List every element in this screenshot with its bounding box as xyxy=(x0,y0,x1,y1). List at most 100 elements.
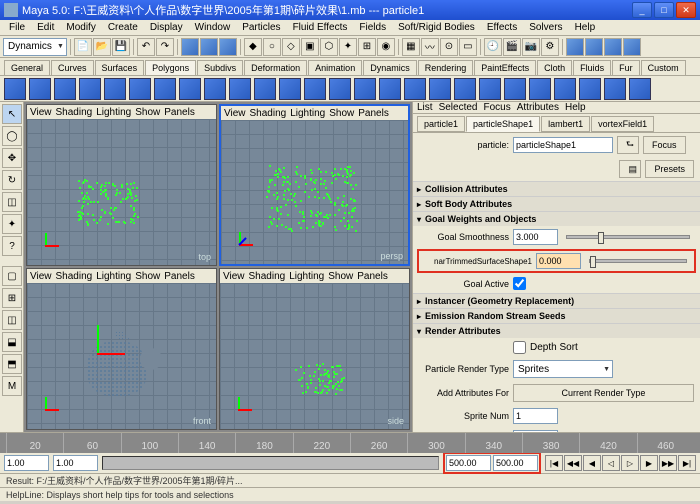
menu-fields[interactable]: Fields xyxy=(354,21,391,34)
shelf-icon[interactable] xyxy=(129,78,151,100)
shelf-icon[interactable] xyxy=(229,78,251,100)
close-button[interactable]: ✕ xyxy=(676,2,696,18)
script-icon[interactable]: M xyxy=(2,376,22,396)
menu-softrigid[interactable]: Soft/Rigid Bodies xyxy=(393,21,480,34)
attr-menu-list[interactable]: List xyxy=(417,102,433,113)
menu-help[interactable]: Help xyxy=(570,21,601,34)
attr-menu-help[interactable]: Help xyxy=(565,102,586,113)
shelf-icon[interactable] xyxy=(554,78,576,100)
shelf-icon[interactable] xyxy=(104,78,126,100)
shelf-icon[interactable] xyxy=(529,78,551,100)
mask-3-icon[interactable]: ◇ xyxy=(282,38,300,56)
lasso-tool-icon[interactable]: ◯ xyxy=(2,126,22,146)
last-tool-icon[interactable]: ? xyxy=(2,236,22,256)
new-scene-icon[interactable]: 📄 xyxy=(74,38,92,56)
range-end-input[interactable] xyxy=(446,455,491,471)
obj-tab-vortexfield1[interactable]: vortexField1 xyxy=(591,116,654,132)
shelf-tab-subdivs[interactable]: Subdivs xyxy=(197,60,243,75)
attr-menu-focus[interactable]: Focus xyxy=(483,102,510,113)
menu-edit[interactable]: Edit xyxy=(32,21,59,34)
menu-particles[interactable]: Particles xyxy=(237,21,285,34)
play-fwd-icon[interactable]: ▷ xyxy=(621,455,639,471)
shelf-icon[interactable] xyxy=(54,78,76,100)
maximize-button[interactable]: □ xyxy=(654,2,674,18)
four-view-icon[interactable]: ⊞ xyxy=(2,288,22,308)
section-render[interactable]: Render Attributes xyxy=(413,323,700,338)
menu-window[interactable]: Window xyxy=(190,21,236,34)
shelf-tab-fluids[interactable]: Fluids xyxy=(573,60,611,75)
shelf-icon[interactable] xyxy=(79,78,101,100)
layout-b-icon[interactable]: ⬓ xyxy=(2,332,22,352)
select-component-icon[interactable] xyxy=(219,38,237,56)
shelf-icon[interactable] xyxy=(404,78,426,100)
snap-plane-icon[interactable]: ▭ xyxy=(459,38,477,56)
mask-8-icon[interactable]: ◉ xyxy=(377,38,395,56)
attr-menu-selected[interactable]: Selected xyxy=(439,102,478,113)
goal-smoothness-input[interactable] xyxy=(513,229,558,245)
render-icon[interactable]: 🎬 xyxy=(503,38,521,56)
shelf-icon[interactable] xyxy=(279,78,301,100)
shelf-icon[interactable] xyxy=(429,78,451,100)
layout-4-icon[interactable] xyxy=(623,38,641,56)
anim-start-input[interactable] xyxy=(4,455,49,471)
viewport-front[interactable]: ViewShadingLightingShowPanels front xyxy=(26,268,217,430)
shelf-icon[interactable] xyxy=(379,78,401,100)
shelf-icon[interactable] xyxy=(4,78,26,100)
obj-tab-particle1[interactable]: particle1 xyxy=(417,116,465,132)
shelf-tab-cloth[interactable]: Cloth xyxy=(537,60,572,75)
presets-icon-button[interactable]: ▤ xyxy=(619,160,641,178)
attr-menu-attributes[interactable]: Attributes xyxy=(517,102,559,113)
save-scene-icon[interactable]: 💾 xyxy=(112,38,130,56)
shelf-tab-deformation[interactable]: Deformation xyxy=(244,60,307,75)
move-tool-icon[interactable]: ✥ xyxy=(2,148,22,168)
shelf-icon[interactable] xyxy=(454,78,476,100)
obj-tab-lambert1[interactable]: lambert1 xyxy=(541,116,590,132)
goal-active-checkbox[interactable] xyxy=(513,277,526,290)
mask-5-icon[interactable]: ⬡ xyxy=(320,38,338,56)
viewport-persp[interactable]: ViewShadingLightingShowPanels persp xyxy=(219,104,410,266)
command-line[interactable]: Result: F:/王威资料/个人作品/数字世界/2005年第1期/碎片... xyxy=(0,473,700,487)
shelf-tab-fur[interactable]: Fur xyxy=(612,60,640,75)
shelf-icon[interactable] xyxy=(179,78,201,100)
range-start-input[interactable] xyxy=(53,455,98,471)
menu-effects[interactable]: Effects xyxy=(482,21,522,34)
obj-tab-particleshape1[interactable]: particleShape1 xyxy=(466,116,540,132)
render-globals-icon[interactable]: ⚙ xyxy=(541,38,559,56)
end-icon[interactable]: ▶| xyxy=(678,455,696,471)
shelf-tab-painteffects[interactable]: PaintEffects xyxy=(474,60,536,75)
shelf-tab-polygons[interactable]: Polygons xyxy=(145,60,196,75)
open-scene-icon[interactable]: 📂 xyxy=(93,38,111,56)
section-collision[interactable]: Collision Attributes xyxy=(413,181,700,196)
shelf-tab-general[interactable]: General xyxy=(4,60,50,75)
play-back-icon[interactable]: ◁ xyxy=(602,455,620,471)
sprite-sx-input[interactable] xyxy=(513,430,558,432)
depth-sort-checkbox[interactable] xyxy=(513,341,526,354)
snap-grid-icon[interactable]: ▦ xyxy=(402,38,420,56)
shelf-icon[interactable] xyxy=(329,78,351,100)
goal-smoothness-slider[interactable] xyxy=(566,235,690,239)
presets-button[interactable]: Presets xyxy=(645,160,694,178)
step-fwd-icon[interactable]: ▶▶ xyxy=(659,455,677,471)
snap-curve-icon[interactable]: 〰 xyxy=(421,38,439,56)
snap-point-icon[interactable]: ⊙ xyxy=(440,38,458,56)
menu-display[interactable]: Display xyxy=(145,21,188,34)
time-slider[interactable]: 2060100140180220260300340380420460 xyxy=(0,433,700,453)
viewport-side[interactable]: ViewShadingLightingShowPanels side xyxy=(219,268,410,430)
shelf-icon[interactable] xyxy=(154,78,176,100)
anim-end-input[interactable] xyxy=(493,455,538,471)
mask-4-icon[interactable]: ▣ xyxy=(301,38,319,56)
shelf-tab-custom[interactable]: Custom xyxy=(641,60,686,75)
section-emission[interactable]: Emission Random Stream Seeds xyxy=(413,308,700,323)
menu-modify[interactable]: Modify xyxy=(61,21,100,34)
shelf-icon[interactable] xyxy=(304,78,326,100)
history-icon[interactable]: 🕘 xyxy=(484,38,502,56)
menu-fluideffects[interactable]: Fluid Effects xyxy=(288,21,353,34)
minimize-button[interactable]: _ xyxy=(632,2,652,18)
goal-shape-slider[interactable] xyxy=(589,259,687,263)
shelf-tab-dynamics[interactable]: Dynamics xyxy=(363,60,417,75)
layout-3-icon[interactable] xyxy=(604,38,622,56)
mask-6-icon[interactable]: ✦ xyxy=(339,38,357,56)
particle-name-input[interactable] xyxy=(513,137,613,153)
menu-solvers[interactable]: Solvers xyxy=(524,21,567,34)
shelf-tab-rendering[interactable]: Rendering xyxy=(418,60,474,75)
